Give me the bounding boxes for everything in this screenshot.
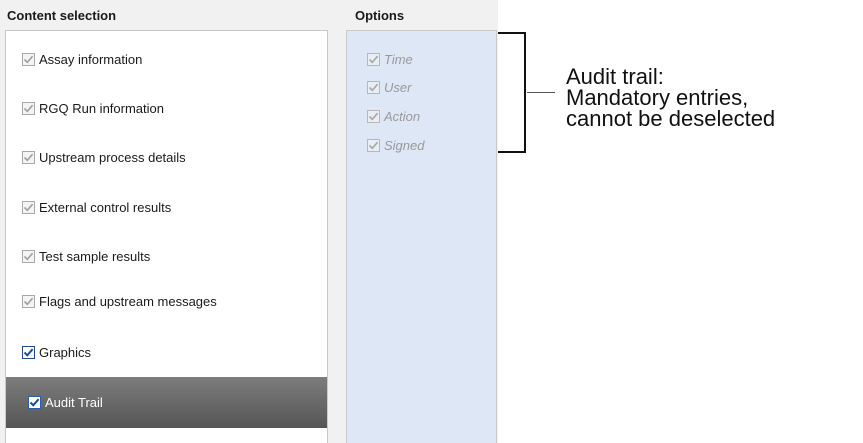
option-item-signed: Signed — [367, 135, 424, 155]
content-selection-header: Content selection — [7, 8, 117, 23]
option-item-label: User — [384, 79, 412, 95]
annotation-line: Audit trail: — [566, 64, 664, 89]
content-item-audit-trail[interactable]: Audit Trail — [6, 377, 327, 428]
audit-trail-checkbox-row: Audit Trail — [28, 391, 103, 413]
content-item-upstream-process-details: Upstream process details — [22, 146, 186, 168]
content-item-label: RGQ Run information — [39, 100, 164, 116]
content-item-label: Upstream process details — [39, 149, 186, 165]
option-item-label: Action — [384, 108, 421, 124]
option-item-label: Signed — [384, 137, 425, 153]
checkbox-checked-disabled-icon — [22, 101, 35, 115]
content-item-graphics[interactable]: Graphics — [22, 341, 91, 363]
checkbox-checked-disabled-icon — [22, 294, 35, 308]
content-item-label: Assay information — [39, 51, 143, 67]
content-item-label: Test sample results — [39, 248, 151, 264]
content-item-label: Graphics — [39, 344, 92, 360]
checkbox-checked-icon[interactable] — [22, 345, 35, 359]
option-item-time: Time — [367, 49, 413, 69]
option-item-action: Action — [367, 106, 420, 126]
option-item-label: Time — [384, 51, 413, 67]
checkbox-checked-disabled-icon — [367, 52, 380, 66]
content-selection-list: Assay information RGQ Run information Up… — [5, 30, 328, 443]
options-header: Options — [355, 8, 405, 23]
checkbox-checked-disabled-icon — [22, 200, 35, 214]
content-item-test-sample-results: Test sample results — [22, 245, 150, 267]
checkbox-checked-disabled-icon — [367, 138, 380, 152]
option-item-user: User — [367, 77, 411, 97]
content-item-label: Audit Trail — [45, 394, 103, 410]
annotation-connector-line — [527, 92, 555, 93]
annotation-line: Mandatory entries, — [566, 85, 749, 110]
checkbox-checked-disabled-icon — [367, 109, 380, 123]
content-item-label: Flags and upstream messages — [39, 293, 217, 309]
content-item-label: External control results — [39, 199, 172, 215]
checkbox-checked-disabled-icon — [367, 80, 380, 94]
checkbox-checked-disabled-icon — [22, 150, 35, 164]
checkbox-checked-icon[interactable] — [28, 395, 41, 409]
checkbox-checked-disabled-icon — [22, 52, 35, 66]
annotation-bracket — [498, 32, 526, 153]
content-item-external-control-results: External control results — [22, 196, 171, 218]
annotation-line: cannot be deselected — [566, 106, 776, 131]
content-item-flags-and-upstream-messages: Flags and upstream messages — [22, 290, 217, 312]
content-item-rgq-run-information: RGQ Run information — [22, 97, 164, 119]
checkbox-checked-disabled-icon — [22, 249, 35, 263]
content-item-assay-information: Assay information — [22, 48, 142, 70]
annotation-callout: Audit trail: Mandatory entries, cannot b… — [566, 64, 863, 131]
options-list: Time User Action Signed — [346, 30, 497, 443]
